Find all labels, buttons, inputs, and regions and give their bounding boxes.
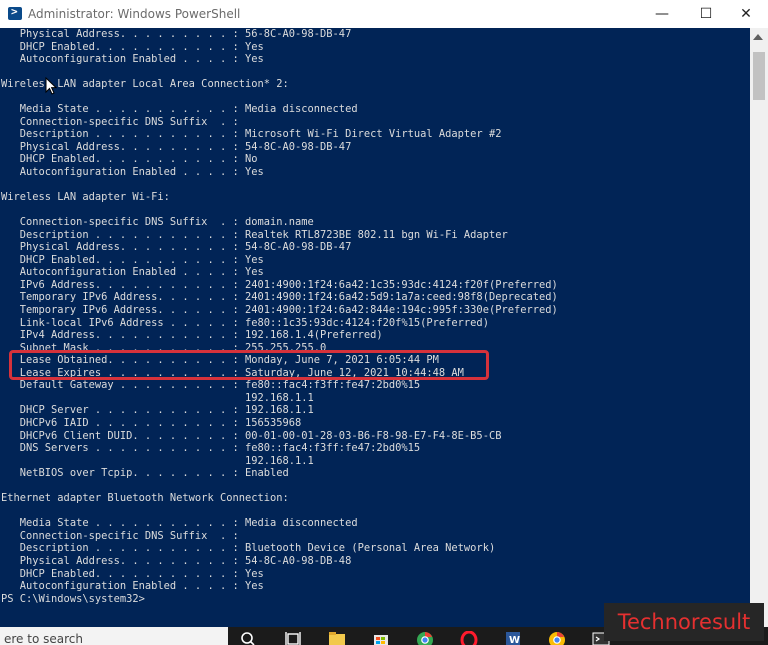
console-output[interactable]: Physical Address. . . . . . . . . : 56-8… (1, 28, 749, 627)
console-line: Autoconfiguration Enabled . . . . : Yes (1, 166, 264, 179)
console-line: Ethernet adapter Bluetooth Network Conne… (1, 492, 289, 505)
chrome-icon[interactable] (548, 631, 566, 645)
minimize-button[interactable]: — (640, 0, 684, 28)
vertical-scrollbar[interactable] (750, 28, 768, 627)
chrome-icon[interactable] (416, 631, 434, 645)
console-line: IPv4 Address. . . . . . . . . . . : 192.… (1, 329, 383, 342)
console-line: DHCP Server . . . . . . . . . . . : 192.… (1, 404, 314, 417)
taskbar-search-box[interactable]: ere to search (0, 627, 228, 645)
console-line: Autoconfiguration Enabled . . . . : Yes (1, 53, 264, 66)
lease-highlight-box (9, 350, 489, 380)
console-line: Wireless LAN adapter Local Area Connecti… (1, 78, 289, 91)
console-line: DHCPv6 Client DUID. . . . . . . . : 00-0… (1, 429, 502, 442)
console-line: Media State . . . . . . . . . . . : Medi… (1, 517, 358, 530)
svg-text:W: W (509, 635, 520, 645)
console-line: DHCPv6 IAID . . . . . . . . . . . : 1565… (1, 416, 302, 429)
console-line: Link-local IPv6 Address . . . . . : fe80… (1, 316, 489, 329)
console-line: Connection-specific DNS Suffix . : (1, 115, 239, 128)
watermark-label: Technoresult (604, 603, 764, 641)
close-button[interactable]: ✕ (724, 0, 768, 28)
console-line: Temporary IPv6 Address. . . . . . : 2401… (1, 304, 558, 317)
console-line: Physical Address. . . . . . . . . : 54-8… (1, 241, 352, 254)
console-line: Autoconfiguration Enabled . . . . : Yes (1, 580, 264, 593)
console-line: DNS Servers . . . . . . . . . . . : fe80… (1, 442, 421, 455)
console-line: DHCP Enabled. . . . . . . . . . . : No (1, 153, 258, 166)
console-line: Description . . . . . . . . . . . : Real… (1, 228, 508, 241)
window-title: Administrator: Windows PowerShell (28, 7, 241, 21)
console-line: DHCP Enabled. . . . . . . . . . . : Yes (1, 40, 264, 53)
powershell-window[interactable]: Administrator: Windows PowerShell — ☐ ✕ … (0, 0, 768, 627)
scroll-thumb[interactable] (753, 52, 765, 100)
console-line: Physical Address. . . . . . . . . : 54-8… (1, 140, 352, 153)
console-line: 192.168.1.1 (1, 454, 314, 467)
console-line: IPv6 Address. . . . . . . . . . . : 2401… (1, 278, 558, 291)
console-line: Wireless LAN adapter Wi-Fi: (1, 191, 170, 204)
search-icon[interactable] (240, 631, 258, 645)
mouse-pointer-icon (45, 77, 57, 95)
console-line: Temporary IPv6 Address. . . . . . : 2401… (1, 291, 558, 304)
maximize-button[interactable]: ☐ (684, 0, 728, 28)
store-icon[interactable] (372, 631, 390, 645)
title-bar[interactable]: Administrator: Windows PowerShell — ☐ ✕ (0, 0, 768, 28)
console-line: Connection-specific DNS Suffix . : domai… (1, 216, 314, 229)
task-view-icon[interactable] (284, 631, 302, 645)
console-line: Physical Address. . . . . . . . . : 54-8… (1, 554, 352, 567)
console-line: Physical Address. . . . . . . . . : 56-8… (1, 28, 352, 40)
console-line: Autoconfiguration Enabled . . . . : Yes (1, 266, 264, 279)
console-line: Description . . . . . . . . . . . : Blue… (1, 542, 496, 555)
console-line: Description . . . . . . . . . . . : Micr… (1, 128, 502, 141)
console-line: DHCP Enabled. . . . . . . . . . . : Yes (1, 567, 264, 580)
file-explorer-icon[interactable] (328, 631, 346, 645)
console-line: NetBIOS over Tcpip. . . . . . . . : Enab… (1, 467, 289, 480)
console-line: Media State . . . . . . . . . . . : Medi… (1, 103, 358, 116)
console-line: Connection-specific DNS Suffix . : (1, 529, 239, 542)
powershell-icon (8, 5, 22, 20)
console-line: 192.168.1.1 (1, 391, 314, 404)
scroll-up-arrow-icon[interactable] (753, 34, 763, 40)
console-line: Default Gateway . . . . . . . . . : fe80… (1, 379, 421, 392)
console-line: DHCP Enabled. . . . . . . . . . . : Yes (1, 253, 264, 266)
word-icon[interactable]: W (504, 631, 522, 645)
opera-icon[interactable] (460, 631, 478, 645)
